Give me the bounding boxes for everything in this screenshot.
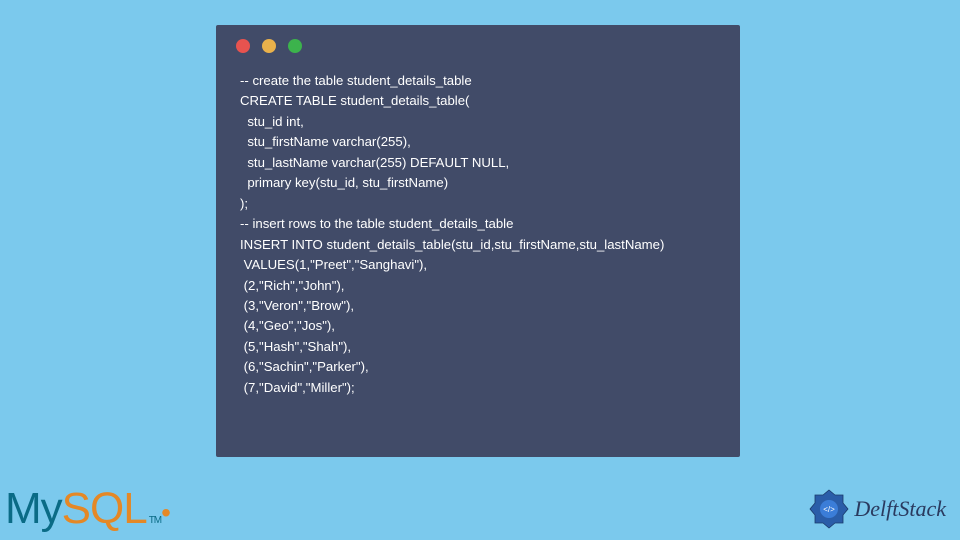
mysql-logo: MySQLTM• (5, 484, 170, 534)
code-line: -- create the table student_details_tabl… (240, 73, 472, 88)
code-line: (3,"Veron","Brow"), (240, 298, 354, 313)
code-window: -- create the table student_details_tabl… (216, 25, 740, 457)
minimize-icon (262, 39, 276, 53)
code-body: -- create the table student_details_tabl… (216, 53, 740, 398)
close-icon (236, 39, 250, 53)
svg-text:</>: </> (824, 505, 836, 514)
code-line: ); (240, 196, 248, 211)
code-line: (2,"Rich","John"), (240, 278, 344, 293)
code-line: (6,"Sachin","Parker"), (240, 359, 369, 374)
mysql-sql: SQL (62, 484, 147, 533)
code-line: VALUES(1,"Preet","Sanghavi"), (240, 257, 427, 272)
maximize-icon (288, 39, 302, 53)
code-line: INSERT INTO student_details_table(stu_id… (240, 237, 664, 252)
code-line: (7,"David","Miller"); (240, 380, 355, 395)
mysql-tm: TM (149, 515, 161, 526)
delftstack-badge-icon: </> (808, 488, 850, 530)
code-line: primary key(stu_id, stu_firstName) (240, 175, 448, 190)
delftstack-logo: </> DelftStack (808, 488, 946, 530)
code-line: (5,"Hash","Shah"), (240, 339, 351, 354)
code-line: -- insert rows to the table student_deta… (240, 216, 513, 231)
delftstack-text: DelftStack (854, 496, 946, 522)
window-chrome (216, 25, 740, 53)
code-line: stu_id int, (240, 114, 304, 129)
mysql-dot: • (161, 497, 170, 528)
code-line: stu_firstName varchar(255), (240, 134, 411, 149)
mysql-my: My (5, 484, 62, 533)
code-line: (4,"Geo","Jos"), (240, 318, 335, 333)
code-line: CREATE TABLE student_details_table( (240, 93, 469, 108)
code-line: stu_lastName varchar(255) DEFAULT NULL, (240, 155, 509, 170)
